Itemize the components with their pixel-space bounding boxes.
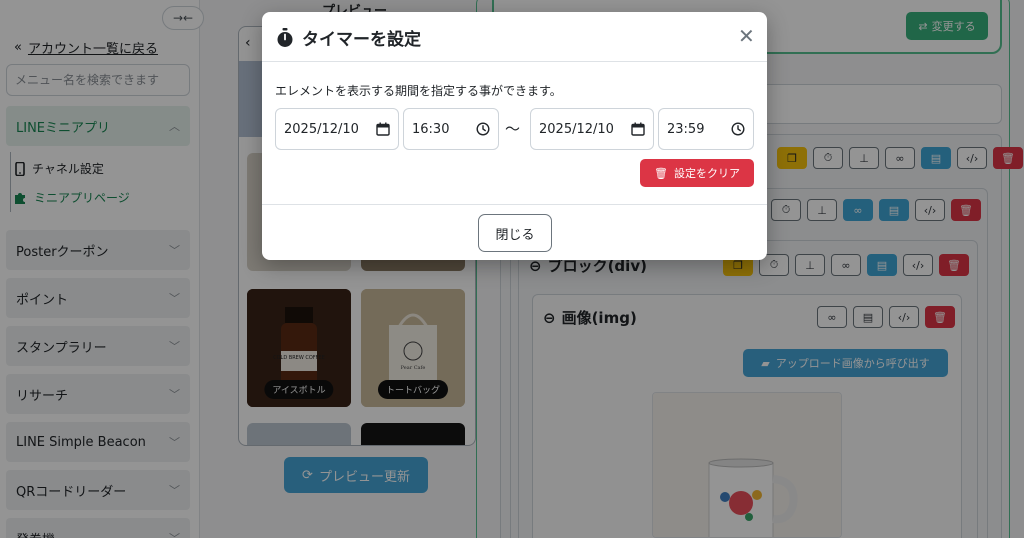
end-time-value: 23:59 — [667, 121, 705, 137]
calendar-icon[interactable] — [376, 122, 390, 136]
close-icon[interactable]: ✕ — [738, 26, 755, 46]
start-date-value: 2025/12/10 — [284, 121, 359, 137]
close-button[interactable]: 閉じる — [478, 214, 552, 252]
trash-icon: 🗑 — [654, 166, 668, 180]
modal-description: エレメントを表示する期間を指定する事ができます。 — [275, 84, 562, 98]
end-date-input[interactable]: 2025/12/10 — [530, 108, 654, 150]
range-separator: 〜 — [505, 120, 521, 138]
end-date-value: 2025/12/10 — [539, 121, 614, 137]
clear-settings-button[interactable]: 🗑 設定をクリア — [640, 159, 754, 187]
end-time-input[interactable]: 23:59 — [658, 108, 754, 150]
start-time-value: 16:30 — [412, 121, 450, 137]
clear-label: 設定をクリア — [673, 167, 740, 180]
modal-title: タイマーを設定 — [276, 25, 421, 50]
modal-title-text: タイマーを設定 — [302, 30, 421, 50]
start-time-input[interactable]: 16:30 — [403, 108, 499, 150]
start-date-input[interactable]: 2025/12/10 — [275, 108, 399, 150]
modal-header: タイマーを設定 ✕ — [262, 12, 767, 62]
calendar-icon[interactable] — [631, 122, 645, 136]
timer-modal: タイマーを設定 ✕ エレメントを表示する期間を指定する事ができます。 2025/… — [262, 12, 767, 260]
clock-icon[interactable] — [731, 122, 745, 136]
clock-icon[interactable] — [476, 122, 490, 136]
stopwatch-icon — [277, 27, 293, 47]
